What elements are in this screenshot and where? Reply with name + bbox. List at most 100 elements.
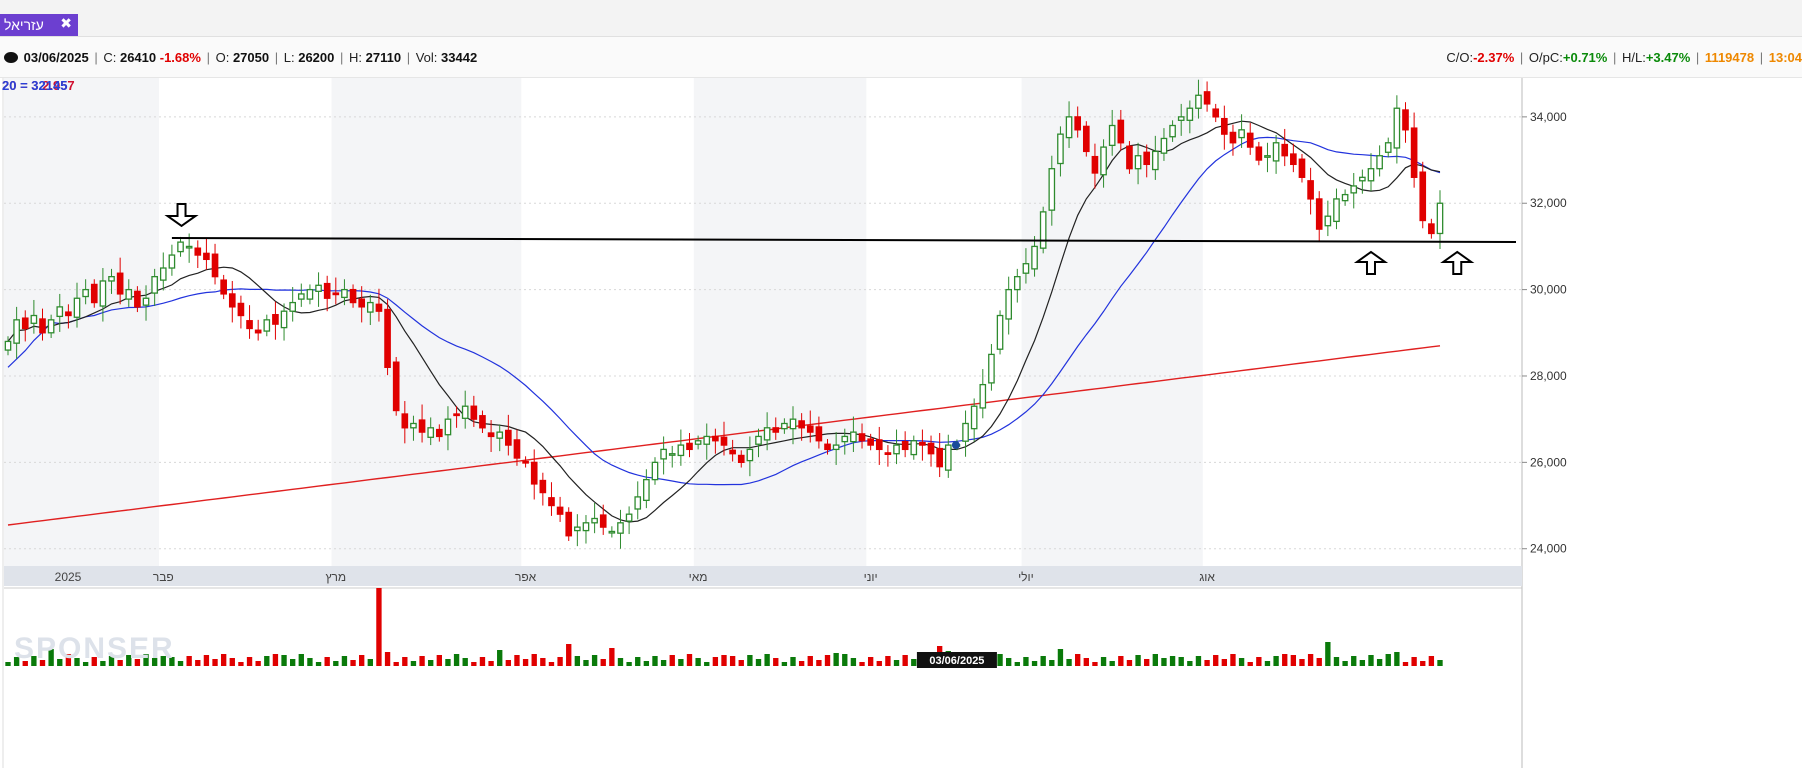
candle-body bbox=[737, 454, 745, 464]
candle-body bbox=[599, 514, 607, 528]
volume-bar bbox=[393, 662, 399, 666]
volume-bar bbox=[1359, 660, 1366, 666]
candle-body bbox=[634, 496, 642, 510]
volume-bar bbox=[583, 660, 589, 666]
candle-body bbox=[90, 283, 98, 304]
candle-body bbox=[1126, 145, 1133, 170]
candle-body bbox=[539, 479, 547, 494]
candle-body bbox=[651, 461, 659, 481]
volume-bar bbox=[1126, 660, 1133, 666]
candle-body bbox=[1100, 146, 1107, 176]
candle-body bbox=[513, 439, 521, 459]
top-bar: עזריאל ✖ bbox=[0, 0, 1802, 37]
volume-bar bbox=[1437, 660, 1443, 666]
candle-body bbox=[1402, 109, 1409, 131]
candle-body bbox=[867, 438, 874, 446]
candle-body bbox=[1039, 211, 1047, 249]
volume-bar bbox=[1006, 658, 1012, 666]
candle-body bbox=[366, 301, 374, 313]
volume-bar bbox=[1109, 661, 1115, 666]
volume-bar bbox=[1420, 661, 1426, 666]
volume-bar bbox=[574, 656, 581, 666]
candle-body bbox=[1246, 132, 1254, 148]
candle-body bbox=[341, 288, 348, 299]
candle-body bbox=[280, 310, 288, 329]
candle-body bbox=[168, 254, 176, 269]
candle-body bbox=[893, 444, 900, 455]
candle-body bbox=[401, 413, 409, 429]
volume-bar bbox=[566, 644, 572, 666]
close-value: 26410 bbox=[119, 50, 157, 65]
low-label: L: bbox=[283, 50, 295, 65]
volume-bar bbox=[540, 658, 546, 666]
volume-bar bbox=[428, 660, 434, 666]
candle-body bbox=[1376, 155, 1383, 170]
volume-bar bbox=[1394, 652, 1400, 666]
close-label: C: bbox=[103, 50, 117, 65]
candle-body bbox=[746, 448, 754, 462]
volume-bar bbox=[885, 656, 891, 666]
volume-bar bbox=[842, 654, 848, 666]
candle-body bbox=[1281, 143, 1289, 157]
candle-body bbox=[910, 440, 918, 456]
volume-bar bbox=[1031, 661, 1038, 666]
candle-body bbox=[1393, 107, 1401, 149]
candle-body bbox=[617, 522, 624, 534]
candle-body bbox=[56, 306, 64, 318]
candle-body bbox=[1290, 153, 1297, 166]
volume-bar bbox=[1023, 657, 1029, 666]
vol-value: 33442 bbox=[441, 50, 478, 65]
candle-body bbox=[496, 431, 504, 439]
volume-bar bbox=[1247, 662, 1253, 666]
month-label: מרץ bbox=[325, 570, 346, 584]
candle-body bbox=[1264, 155, 1271, 158]
volume-bar bbox=[298, 654, 304, 666]
month-label: פבר bbox=[153, 570, 174, 584]
candle-body bbox=[1410, 127, 1418, 178]
volume-bar bbox=[867, 657, 874, 666]
volume-bar bbox=[781, 662, 788, 666]
watermark-logo: SPONSER bbox=[14, 632, 175, 665]
volume-bar bbox=[773, 658, 779, 666]
candle-body bbox=[643, 478, 650, 502]
volume-bar bbox=[747, 655, 753, 666]
volume-bar bbox=[643, 661, 650, 666]
volume-bar bbox=[1325, 642, 1331, 666]
volume-bar bbox=[1316, 658, 1322, 666]
candle-body bbox=[237, 302, 245, 317]
comment-icon[interactable] bbox=[4, 52, 18, 63]
volume-bar bbox=[1144, 659, 1150, 666]
y-tick-label: 26,000 bbox=[1530, 455, 1567, 469]
volume-bar bbox=[729, 656, 736, 666]
candle-body bbox=[108, 276, 115, 282]
candle-body bbox=[1108, 124, 1116, 147]
candle-body bbox=[901, 440, 909, 451]
volume-bar bbox=[1075, 654, 1081, 666]
volume-bar bbox=[591, 655, 598, 666]
tab-security[interactable]: עזריאל ✖ bbox=[0, 14, 78, 36]
volume-bar bbox=[1213, 655, 1219, 666]
close-icon[interactable]: ✖ bbox=[60, 15, 72, 32]
candle-body bbox=[565, 511, 573, 537]
open-value: 27050 bbox=[232, 50, 270, 65]
candle-body bbox=[1065, 116, 1073, 139]
volume-bar bbox=[678, 659, 684, 666]
price-chart[interactable]: 34,000 32,000 30,000 28,000 26,000 24,000 2025… bbox=[0, 78, 1802, 768]
candle-body bbox=[1160, 137, 1168, 154]
candle-body bbox=[211, 253, 219, 278]
candle-body bbox=[1436, 202, 1444, 235]
volume-bar bbox=[617, 658, 624, 666]
candle-body bbox=[1048, 168, 1056, 211]
volume-bar bbox=[1161, 658, 1167, 666]
count-value: 1119478 bbox=[1704, 50, 1755, 65]
candle-body bbox=[962, 422, 969, 442]
candle-body bbox=[453, 413, 460, 417]
volume-bar bbox=[384, 652, 391, 666]
volume-bar bbox=[186, 656, 192, 666]
volume-bar bbox=[695, 658, 701, 666]
volume-bar bbox=[281, 655, 287, 666]
volume-bar bbox=[911, 659, 917, 666]
candle-body bbox=[1082, 125, 1090, 153]
candle-body bbox=[1341, 193, 1349, 202]
candle-body bbox=[151, 276, 158, 294]
